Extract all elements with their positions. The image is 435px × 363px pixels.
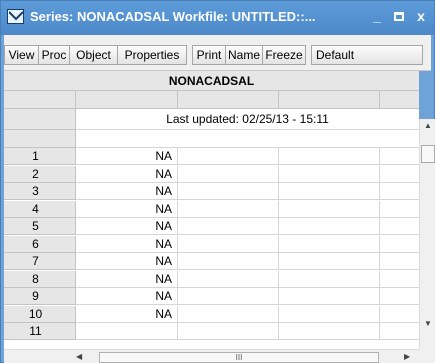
scroll-right-arrow-icon[interactable]: ▶ — [404, 352, 410, 361]
name-button[interactable]: Name — [225, 45, 263, 65]
empty-cell[interactable] — [178, 253, 279, 270]
empty-cell[interactable] — [380, 253, 419, 270]
horizontal-scroll-thumb[interactable]: III — [99, 352, 379, 363]
value-cell[interactable]: NA — [76, 183, 178, 200]
row-header[interactable]: 11 — [4, 323, 76, 340]
empty-cell[interactable] — [178, 218, 279, 235]
column-header[interactable] — [279, 91, 380, 109]
empty-cell[interactable] — [279, 323, 380, 340]
value-cell[interactable]: NA — [76, 288, 178, 305]
title-bar[interactable]: Series: NONACADSAL Workfile: UNTITLED::.… — [1, 1, 434, 35]
row-header[interactable] — [4, 109, 76, 130]
row-header[interactable]: 9 — [4, 288, 76, 305]
empty-cell[interactable] — [178, 271, 279, 288]
scroll-left-arrow-icon[interactable]: ◀ — [76, 352, 82, 361]
row-header[interactable]: 4 — [4, 201, 76, 218]
minimize-button[interactable]: _ — [368, 7, 386, 25]
empty-cell[interactable] — [178, 201, 279, 218]
value-cell[interactable]: NA — [76, 218, 178, 235]
empty-cell[interactable] — [279, 253, 380, 270]
empty-cell[interactable] — [380, 288, 419, 305]
empty-cell[interactable] — [178, 323, 279, 340]
object-button[interactable]: Object — [69, 45, 118, 65]
empty-cell[interactable] — [279, 288, 380, 305]
value-cell[interactable] — [76, 323, 178, 340]
vertical-scrollbar[interactable]: ▲ ▼ — [419, 119, 435, 349]
empty-cell[interactable] — [380, 183, 419, 200]
close-button[interactable]: x — [412, 7, 430, 25]
empty-cell[interactable] — [178, 288, 279, 305]
empty-cell[interactable] — [380, 148, 419, 165]
empty-cell[interactable] — [178, 236, 279, 253]
series-name-header: NONACADSAL — [4, 71, 419, 91]
spreadsheet-grid[interactable]: NONACADSAL Last updated: 02/25/13 - 15:1… — [4, 71, 419, 349]
empty-cell[interactable] — [380, 323, 419, 340]
properties-button[interactable]: Properties — [117, 45, 187, 65]
scroll-up-arrow-icon[interactable]: ▲ — [424, 121, 432, 130]
row-header[interactable]: 7 — [4, 253, 76, 270]
empty-cell[interactable] — [380, 218, 419, 235]
freeze-button[interactable]: Freeze — [262, 45, 306, 65]
value-cell[interactable]: NA — [76, 253, 178, 270]
empty-cell[interactable] — [380, 201, 419, 218]
last-updated-label: Last updated: 02/25/13 - 15:11 — [76, 109, 419, 130]
blank-row[interactable] — [76, 130, 419, 148]
empty-cell[interactable] — [279, 236, 380, 253]
print-button[interactable]: Print — [192, 45, 226, 65]
corner-header[interactable] — [4, 91, 76, 109]
series-window: Series: NONACADSAL Workfile: UNTITLED::.… — [0, 0, 435, 363]
empty-cell[interactable] — [279, 306, 380, 323]
value-cell[interactable]: NA — [76, 148, 178, 165]
empty-cell[interactable] — [279, 201, 380, 218]
default-view-select[interactable]: Default — [311, 45, 423, 65]
value-cell[interactable]: NA — [76, 271, 178, 288]
empty-cell[interactable] — [380, 166, 419, 183]
vertical-scroll-thumb[interactable] — [421, 145, 435, 163]
empty-cell[interactable] — [178, 166, 279, 183]
row-header[interactable]: 1 — [4, 148, 76, 165]
empty-cell[interactable] — [380, 306, 419, 323]
empty-cell[interactable] — [380, 271, 419, 288]
row-header[interactable]: 8 — [4, 271, 76, 288]
window-title: Series: NONACADSAL Workfile: UNTITLED::.… — [30, 9, 316, 24]
toolbar: View Proc Object Properties Print Name F… — [4, 35, 431, 71]
empty-cell[interactable] — [279, 271, 380, 288]
scroll-down-arrow-icon[interactable]: ▼ — [424, 319, 432, 328]
row-header[interactable]: 2 — [4, 166, 76, 183]
row-header[interactable]: 5 — [4, 218, 76, 235]
row-header[interactable]: 6 — [4, 236, 76, 253]
resize-grip-icon[interactable] — [419, 349, 435, 363]
empty-cell[interactable] — [178, 306, 279, 323]
value-cell[interactable]: NA — [76, 306, 178, 323]
empty-cell[interactable] — [178, 183, 279, 200]
column-header[interactable] — [76, 91, 178, 109]
empty-cell[interactable] — [279, 183, 380, 200]
empty-cell[interactable] — [380, 236, 419, 253]
empty-cell[interactable] — [279, 166, 380, 183]
column-header[interactable] — [380, 91, 419, 109]
value-cell[interactable]: NA — [76, 166, 178, 183]
row-header[interactable] — [4, 130, 76, 148]
maximize-button[interactable] — [390, 7, 408, 25]
value-cell[interactable]: NA — [76, 236, 178, 253]
maximize-icon — [394, 12, 404, 21]
proc-button[interactable]: Proc — [38, 45, 70, 65]
empty-cell[interactable] — [279, 148, 380, 165]
column-header[interactable] — [178, 91, 279, 109]
row-header[interactable]: 10 — [4, 306, 76, 323]
row-header[interactable]: 3 — [4, 183, 76, 200]
empty-cell[interactable] — [178, 148, 279, 165]
empty-cell[interactable] — [279, 218, 380, 235]
series-window-icon — [7, 9, 24, 24]
view-button[interactable]: View — [4, 45, 39, 65]
horizontal-scrollbar[interactable]: ◀ III ▶ — [4, 349, 419, 363]
value-cell[interactable]: NA — [76, 201, 178, 218]
